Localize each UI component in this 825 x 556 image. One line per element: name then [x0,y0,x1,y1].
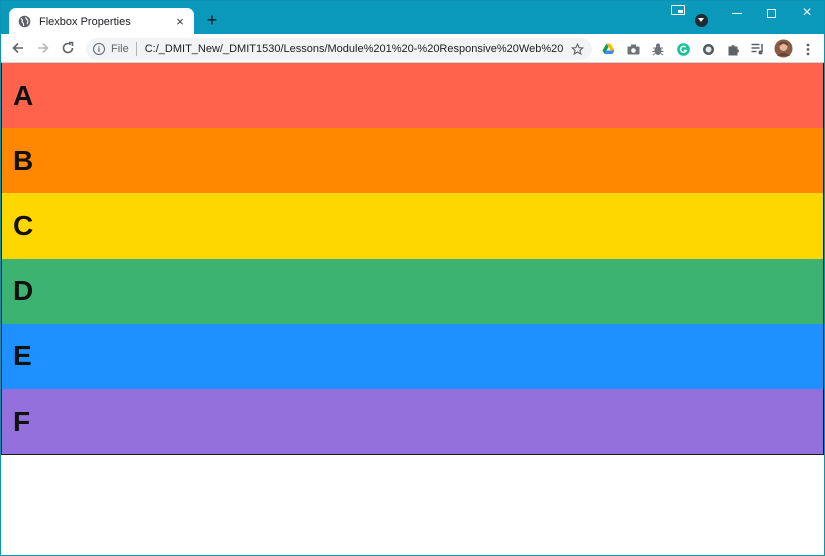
flex-item-d: D [2,258,823,324]
flex-item-label: C [13,209,34,241]
page-content: A B C D E F [1,63,824,555]
forward-arrow-icon[interactable] [34,39,52,57]
grammarly-icon[interactable] [675,41,691,57]
flex-item-e: E [2,323,823,389]
profile-avatar-icon[interactable] [774,39,793,58]
reading-list-icon[interactable] [750,41,766,57]
camera-icon[interactable] [625,41,641,57]
flex-item-a: A [2,63,823,129]
menu-dots-icon[interactable] [800,41,816,57]
maximize-icon [766,8,776,18]
omnibox-divider [135,42,137,56]
flex-item-label: B [13,144,34,176]
minimize-icon [732,12,742,14]
new-tab-button[interactable]: + [203,10,221,30]
tab-title: Flexbox Properties [39,15,131,28]
address-bar[interactable]: i File C:/_DMIT_New/_DMIT1530/Lessons/Mo… [86,38,592,60]
flex-item-b: B [2,128,823,194]
puzzle-icon[interactable] [725,41,741,57]
flex-item-label: F [13,405,31,437]
flex-container: A B C D E F [1,63,824,456]
flex-item-f: F [2,388,823,455]
tab-close-icon[interactable]: × [172,14,188,30]
browser-window: Flexbox Properties × + × i File C:/_DMIT… [0,0,825,556]
cast-icon[interactable] [671,5,685,15]
close-icon: × [802,4,812,21]
globe-icon [18,15,31,28]
browser-tab[interactable]: Flexbox Properties × [9,8,194,35]
flex-item-c: C [2,193,823,259]
back-arrow-icon[interactable] [9,39,27,57]
reload-icon[interactable] [59,39,77,57]
url-text[interactable]: C:/_DMIT_New/_DMIT1530/Lessons/Module%20… [145,43,563,55]
circle-extension-icon[interactable] [700,41,716,57]
close-window-button[interactable]: × [789,1,824,25]
flex-item-label: E [13,340,32,372]
google-drive-icon[interactable] [600,41,616,57]
flex-item-label: A [13,79,34,111]
browser-toolbar: i File C:/_DMIT_New/_DMIT1530/Lessons/Mo… [1,34,824,63]
maximize-button[interactable] [753,1,789,25]
url-scheme: File [111,43,129,55]
flex-item-label: D [13,275,34,307]
profile-dropdown-icon[interactable] [695,14,708,27]
minimize-button[interactable] [719,1,755,25]
bug-icon[interactable] [650,41,666,57]
bookmark-star-icon[interactable] [569,41,585,57]
info-icon[interactable]: i [93,43,105,55]
title-bar: Flexbox Properties × + × [1,1,824,35]
